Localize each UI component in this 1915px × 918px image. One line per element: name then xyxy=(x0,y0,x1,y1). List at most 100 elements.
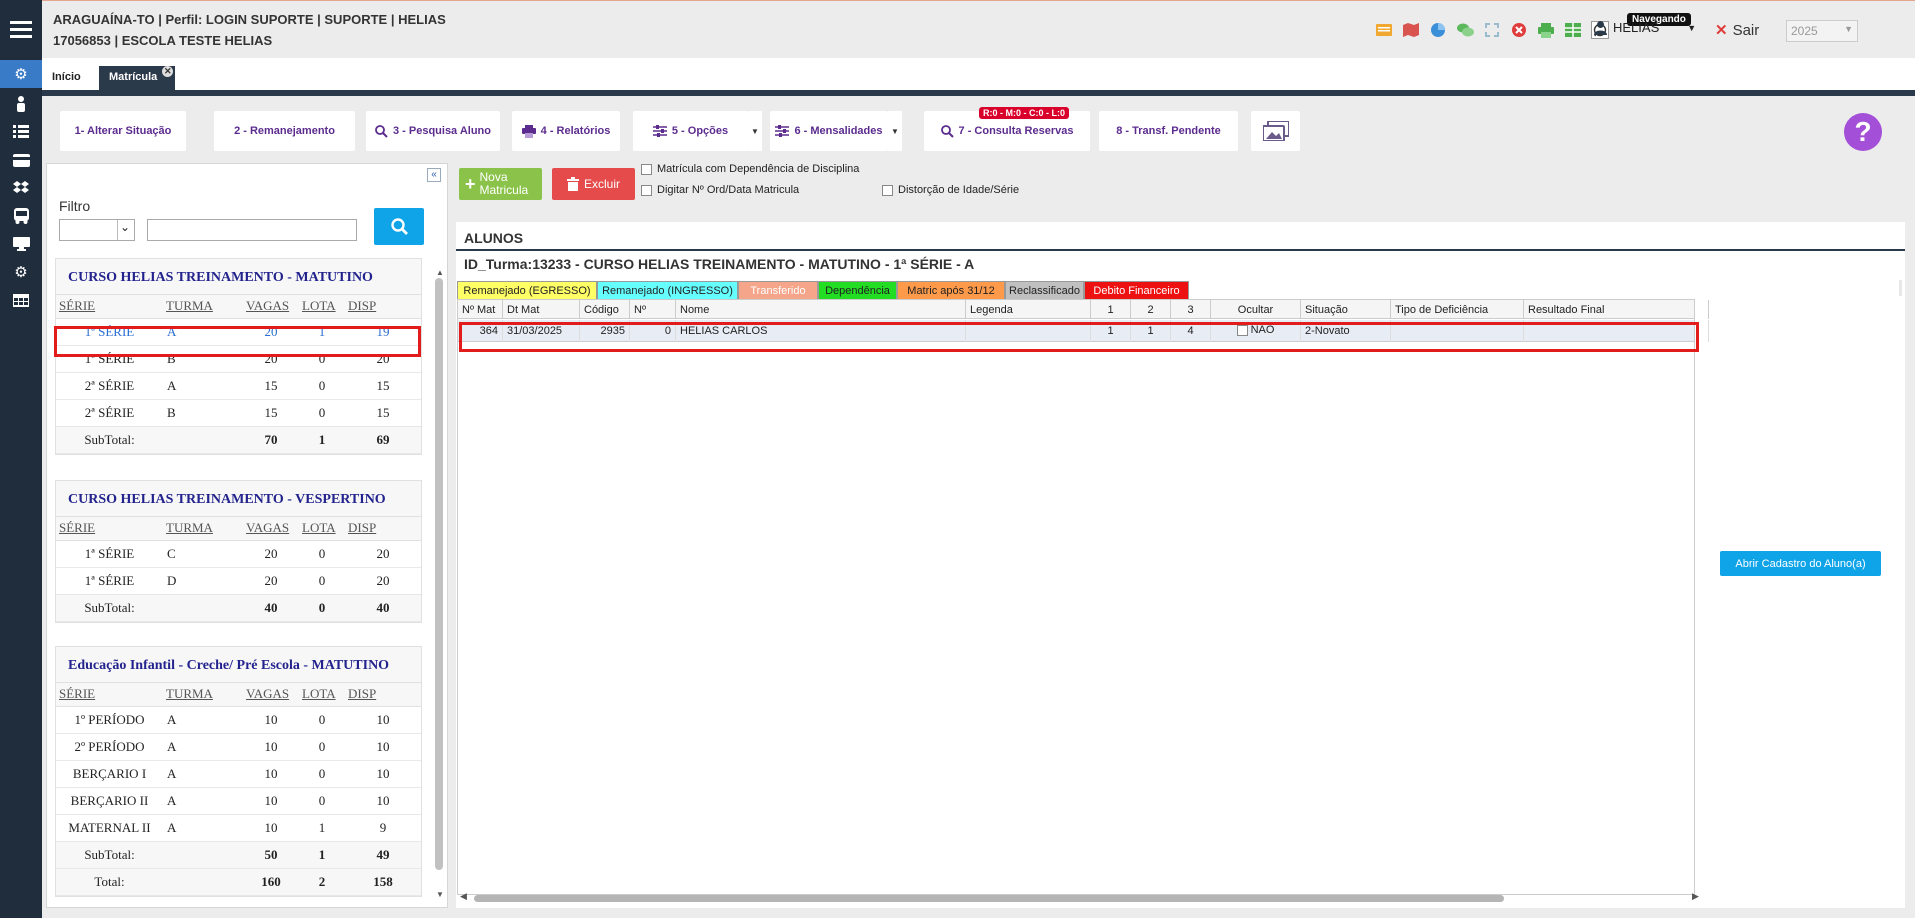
scroll-thumb[interactable] xyxy=(474,895,1504,902)
help-icon[interactable]: ? xyxy=(1844,113,1882,151)
relatorios-button[interactable]: 4 - Relatórios xyxy=(512,111,620,151)
pesquisa-aluno-button[interactable]: 3 - Pesquisa Aluno xyxy=(366,111,500,151)
chk-distorcao-idade[interactable]: Distorção de Idade/Série xyxy=(882,184,1019,196)
logout-button[interactable]: ✕ Sair xyxy=(1715,21,1759,40)
col-vagas[interactable]: VAGAS xyxy=(243,517,299,541)
close-circle-icon[interactable] xyxy=(1510,21,1528,39)
col-2[interactable]: 2 xyxy=(1131,300,1171,319)
col-turma[interactable]: TURMA xyxy=(163,683,243,707)
cell-disp: 20 xyxy=(345,567,421,595)
collapse-double-chevron-icon[interactable]: « xyxy=(427,168,441,182)
table-row[interactable]: 2ª SÉRIE B 15 0 15 xyxy=(56,399,421,427)
table-icon[interactable] xyxy=(0,286,42,314)
chk-dependencia-disciplina[interactable]: Matrícula com Dependência de Disciplina xyxy=(641,163,859,175)
image-gallery-button[interactable] xyxy=(1251,111,1300,151)
filter-select[interactable] xyxy=(59,219,135,241)
filter-search-button[interactable] xyxy=(374,208,424,245)
pie-chart-icon[interactable] xyxy=(1429,21,1447,39)
col-tipo-deficiencia[interactable]: Tipo de Deficiência xyxy=(1391,300,1524,319)
remanejamento-button[interactable]: 2 - Remanejamento xyxy=(214,111,355,151)
scroll-down-icon[interactable]: ▼ xyxy=(435,890,445,899)
chk-digitar-ord-data[interactable]: Digitar Nº Ord/Data Matricula xyxy=(641,184,799,196)
cell-turma: A xyxy=(163,706,243,734)
notes-icon[interactable] xyxy=(1375,21,1393,39)
col-1[interactable]: 1 xyxy=(1091,300,1131,319)
col-resultado-final[interactable]: Resultado Final xyxy=(1524,300,1709,319)
scroll-up-icon[interactable]: ▲ xyxy=(435,268,445,277)
mensalidades-dropdown-toggle[interactable]: ▼ xyxy=(888,111,902,151)
table-row[interactable]: 2ª SÉRIE A 15 0 15 xyxy=(56,372,421,400)
checkbox[interactable] xyxy=(882,184,893,196)
scroll-left-icon[interactable]: ◀ xyxy=(460,891,467,902)
subtotal-vagas: 70 xyxy=(243,426,299,454)
nova-matricula-button[interactable]: + Nova Matricula xyxy=(459,168,542,200)
col-lota[interactable]: LOTA xyxy=(299,683,345,707)
gears-icon[interactable]: ⚙ xyxy=(0,60,42,88)
dropbox-icon[interactable] xyxy=(0,174,42,202)
col-lota[interactable]: LOTA xyxy=(299,295,345,319)
col-disp[interactable]: DISP xyxy=(345,295,421,319)
spreadsheet-icon[interactable] xyxy=(1564,21,1582,39)
col-lota[interactable]: LOTA xyxy=(299,517,345,541)
grid-horizontal-scrollbar[interactable]: ◀ ▶ xyxy=(460,891,1699,902)
printer-icon[interactable] xyxy=(1537,21,1555,39)
opcoes-button[interactable]: 5 - Opções xyxy=(633,111,748,151)
col-codigo[interactable]: Código xyxy=(580,300,630,319)
col-turma[interactable]: TURMA xyxy=(163,517,243,541)
settings-gear-icon[interactable]: ⚙ xyxy=(0,258,42,286)
table-row[interactable]: 2º PERÍODO A 10 0 10 xyxy=(56,733,421,761)
col-serie[interactable]: SÉRIE xyxy=(56,517,163,541)
scroll-right-icon[interactable]: ▶ xyxy=(1692,891,1699,902)
left-panel-scrollbar[interactable] xyxy=(435,278,443,870)
col-turma[interactable]: TURMA xyxy=(163,295,243,319)
alterar-situacao-button[interactable]: 1- Alterar Situação xyxy=(60,111,186,151)
table-row[interactable]: BERÇARIO II A 10 0 10 xyxy=(56,787,421,815)
mensalidades-button[interactable]: 6 - Mensalidades xyxy=(770,111,888,151)
col-disp[interactable]: DISP xyxy=(345,683,421,707)
col-num[interactable]: Nº xyxy=(630,300,676,319)
list-icon[interactable] xyxy=(0,118,42,146)
checkbox[interactable] xyxy=(641,163,652,175)
col-legenda[interactable]: Legenda xyxy=(966,300,1091,319)
checkbox[interactable] xyxy=(641,184,652,196)
col-ocultar[interactable]: Ocultar xyxy=(1211,300,1301,319)
caret-down-icon: ▼ xyxy=(751,126,759,136)
col-serie[interactable]: SÉRIE xyxy=(56,683,163,707)
col-situacao[interactable]: Situação xyxy=(1301,300,1391,319)
col-3[interactable]: 3 xyxy=(1171,300,1211,319)
col-vagas[interactable]: VAGAS xyxy=(243,295,299,319)
col-nome[interactable]: Nome xyxy=(676,300,966,319)
year-select[interactable]: 2025 ▼ xyxy=(1786,20,1858,42)
bus-icon[interactable] xyxy=(0,202,42,230)
col-dtmat[interactable]: Dt Mat xyxy=(503,300,580,319)
hamburger-menu-icon[interactable] xyxy=(0,0,42,58)
user-menu[interactable]: HELIAS ▼ xyxy=(1594,20,1696,35)
col-vagas[interactable]: VAGAS xyxy=(243,683,299,707)
monitor-icon[interactable] xyxy=(0,230,42,258)
table-row[interactable]: BERÇARIO I A 10 0 10 xyxy=(56,760,421,788)
close-tab-icon[interactable]: ✕ xyxy=(162,66,174,77)
abrir-cadastro-button[interactable]: Abrir Cadastro do Aluno(a) xyxy=(1720,551,1881,576)
transf-pendente-button[interactable]: 8 - Transf. Pendente xyxy=(1099,111,1238,151)
excluir-button[interactable]: Excluir xyxy=(552,168,635,200)
tab-matricula[interactable]: Matrícula ✕ xyxy=(99,66,176,90)
chat-icon[interactable] xyxy=(1456,21,1474,39)
col-serie[interactable]: SÉRIE xyxy=(56,295,163,319)
chk-label: Matrícula com Dependência de Disciplina xyxy=(657,163,860,175)
table-row[interactable]: 1ª SÉRIE C 20 0 20 xyxy=(56,540,421,568)
table-row[interactable]: 1ª SÉRIE D 20 0 20 xyxy=(56,567,421,595)
credit-card-icon[interactable] xyxy=(0,146,42,174)
table-row[interactable]: MATERNAL II A 10 1 9 xyxy=(56,814,421,842)
search-icon xyxy=(375,124,388,138)
person-icon[interactable] xyxy=(0,90,42,118)
map-icon[interactable] xyxy=(1402,21,1420,39)
col-nmat[interactable]: Nº Mat xyxy=(458,300,503,319)
filter-input[interactable] xyxy=(147,219,357,241)
alunos-title: ALUNOS xyxy=(464,230,524,246)
col-disp[interactable]: DISP xyxy=(345,517,421,541)
table-row[interactable]: 1º PERÍODO A 10 0 10 xyxy=(56,706,421,734)
course-table: SÉRIE TURMA VAGAS LOTA DISP 1º PERÍODO A 1… xyxy=(56,683,421,896)
fullscreen-icon[interactable] xyxy=(1483,21,1501,39)
tab-inicio[interactable]: Início xyxy=(42,66,91,90)
opcoes-dropdown-toggle[interactable]: ▼ xyxy=(748,111,762,151)
